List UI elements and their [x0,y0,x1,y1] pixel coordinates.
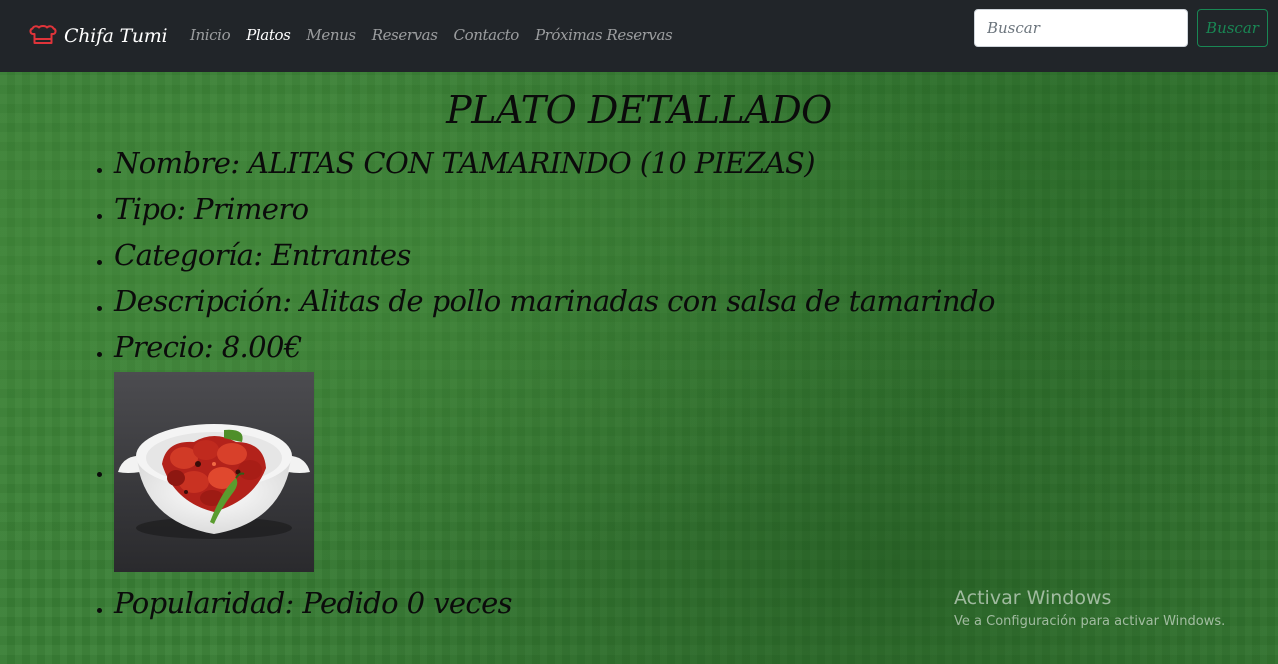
search-button[interactable]: Buscar [1197,9,1268,47]
detail-value: Alitas de pollo marinadas con salsa de t… [300,284,995,318]
detail-imagen [94,372,1094,580]
nav-link-platos[interactable]: Platos [246,26,291,44]
bullet-icon [97,472,102,477]
detail-value: Entrantes [271,238,411,272]
nav-links: Inicio Platos Menus Reservas Contacto Pr… [190,26,688,44]
detail-precio: Precio: 8.00€ [94,324,1094,370]
detail-popularidad: Popularidad: Pedido 0 veces [94,580,1094,626]
navbar: Chifa Tumi Inicio Platos Menus Reservas … [0,0,1278,72]
nav-link-proximas-reservas[interactable]: Próximas Reservas [535,26,673,44]
detail-label: Categoría: [114,238,272,272]
bullet-icon [97,260,102,265]
watermark-subtitle: Ve a Configuración para activar Windows. [954,614,1226,629]
nav-link-menus[interactable]: Menus [306,26,356,44]
search-input[interactable] [974,9,1188,47]
bullet-icon [97,306,102,311]
brand-name: Chifa Tumi [64,25,168,47]
detail-label: Precio: [114,330,222,364]
page-title: PLATO DETALLADO [446,88,832,132]
nav-link-contacto[interactable]: Contacto [454,26,520,44]
nav-link-reservas[interactable]: Reservas [372,26,438,44]
brand-link[interactable]: Chifa Tumi [28,22,168,50]
detail-value: ALITAS CON TAMARINDO (10 PIEZAS) [248,146,816,180]
detail-tipo: Tipo: Primero [94,186,1094,232]
detail-label: Tipo: [114,192,195,226]
bullet-icon [97,608,102,613]
bullet-icon [97,214,102,219]
search-form: Buscar [974,9,1268,47]
detail-label: Popularidad: [114,586,303,620]
detail-label: Nombre: [114,146,249,180]
dish-image [114,372,314,572]
detail-nombre: Nombre: ALITAS CON TAMARINDO (10 PIEZAS) [94,140,1094,186]
detail-descripcion: Descripción: Alitas de pollo marinadas c… [94,278,1094,324]
detail-label: Descripción: [114,284,301,318]
chef-hat-icon [28,24,58,48]
detail-value: 8.00€ [221,330,303,364]
windows-activation-watermark: Activar Windows Ve a Configuración para … [954,585,1225,631]
detail-value: Pedido 0 veces [302,586,512,620]
nav-link-inicio[interactable]: Inicio [190,26,231,44]
bullet-icon [97,168,102,173]
bullet-icon [97,352,102,357]
watermark-title: Activar Windows [954,587,1112,609]
dish-details-list: Nombre: ALITAS CON TAMARINDO (10 PIEZAS)… [94,140,1094,626]
detail-categoria: Categoría: Entrantes [94,232,1094,278]
detail-value: Primero [194,192,309,226]
